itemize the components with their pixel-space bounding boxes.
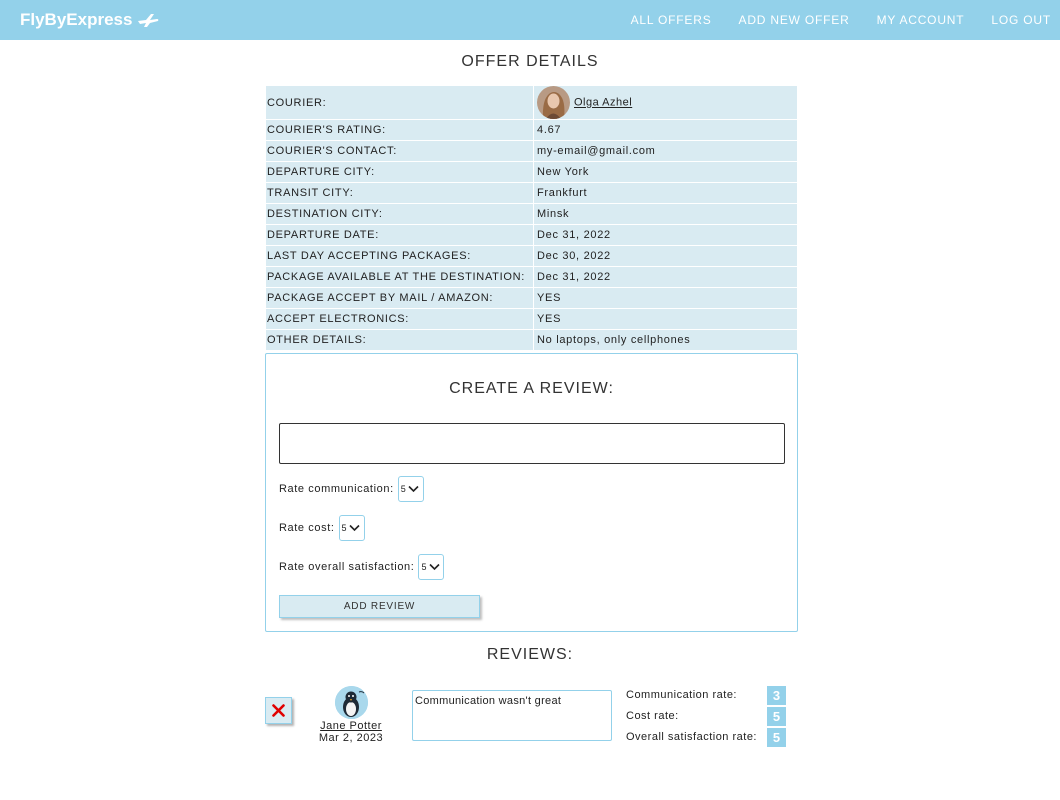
review-text-input[interactable] — [279, 423, 785, 464]
rate-communication-value: 5 — [400, 484, 407, 494]
create-review-title: CREATE A REVIEW: — [449, 380, 614, 397]
close-icon — [272, 704, 285, 717]
detail-label: PACKAGE ACCEPT BY MAIL / AMAZON: — [266, 288, 533, 308]
brand-logo[interactable]: FlyByExpress — [20, 9, 159, 31]
detail-value: Dec 31, 2022 — [534, 225, 797, 245]
detail-value: my-email@gmail.com — [534, 141, 797, 161]
detail-label: OTHER DETAILS: — [266, 330, 533, 350]
rate-cost-value: 5 — [341, 523, 348, 533]
cost-rate-badge: 5 — [767, 707, 786, 726]
rate-overall-label: Rate overall satisfaction: — [279, 561, 415, 573]
detail-row-destination-city: DESTINATION CITY: Minsk — [266, 204, 797, 224]
review-author-link[interactable]: Jane Potter — [305, 720, 397, 732]
detail-row-contact: COURIER'S CONTACT: my-email@gmail.com — [266, 141, 797, 161]
detail-label: DEPARTURE DATE: — [266, 225, 533, 245]
detail-value: YES — [534, 288, 797, 308]
detail-label: COURIER: — [266, 86, 533, 119]
detail-row-electronics: ACCEPT ELECTRONICS: YES — [266, 309, 797, 329]
page-title: OFFER DETAILS — [461, 53, 599, 70]
rate-overall-row: Rate overall satisfaction: 5 — [279, 554, 445, 580]
nav-log-out[interactable]: LOG OUT — [991, 13, 1051, 27]
detail-label: COURIER'S RATING: — [266, 120, 533, 140]
detail-value: Dec 31, 2022 — [534, 267, 797, 287]
detail-value: Frankfurt — [534, 183, 797, 203]
nav-all-offers[interactable]: ALL OFFERS — [631, 13, 712, 27]
create-review-form: CREATE A REVIEW: Rate communication: 5 R… — [265, 353, 798, 632]
detail-label: DEPARTURE CITY: — [266, 162, 533, 182]
reviews-title: REVIEWS: — [486, 646, 574, 663]
offer-details-table: COURIER: Olga Azhel COURIER'S RATING: 4.… — [265, 85, 798, 351]
rate-communication-row: Rate communication: 5 — [279, 476, 424, 502]
detail-row-other: OTHER DETAILS: No laptops, only cellphon… — [266, 330, 797, 350]
nav-my-account[interactable]: MY ACCOUNT — [877, 13, 965, 27]
main-nav: ALL OFFERS ADD NEW OFFER MY ACCOUNT LOG … — [631, 0, 1060, 40]
detail-row-courier: COURIER: Olga Azhel — [266, 86, 797, 119]
courier-avatar — [537, 86, 570, 119]
detail-value: YES — [534, 309, 797, 329]
rate-cost-label: Rate cost: — [279, 522, 335, 534]
communication-rate-badge: 3 — [767, 686, 786, 705]
detail-row-departure-city: DEPARTURE CITY: New York — [266, 162, 797, 182]
rate-cost-row: Rate cost: 5 — [279, 515, 365, 541]
detail-value: Dec 30, 2022 — [534, 246, 797, 266]
detail-value: No laptops, only cellphones — [534, 330, 797, 350]
detail-label: DESTINATION CITY: — [266, 204, 533, 224]
detail-label: PACKAGE AVAILABLE AT THE DESTINATION: — [266, 267, 533, 287]
delete-review-button[interactable] — [265, 697, 292, 724]
detail-value: Minsk — [534, 204, 797, 224]
detail-value: New York — [534, 162, 797, 182]
top-navbar: FlyByExpress ALL OFFERS ADD NEW OFFER MY… — [0, 0, 1060, 40]
chevron-down-icon — [429, 563, 440, 571]
detail-label: COURIER'S CONTACT: — [266, 141, 533, 161]
detail-value: Olga Azhel — [534, 86, 797, 119]
plane-icon — [138, 14, 159, 27]
overall-rate-label: Overall satisfaction rate: — [626, 731, 757, 743]
cost-rate-label: Cost rate: — [626, 710, 679, 722]
rate-communication-label: Rate communication: — [279, 483, 394, 495]
detail-row-available: PACKAGE AVAILABLE AT THE DESTINATION: De… — [266, 267, 797, 287]
rate-communication-select[interactable]: 5 — [397, 476, 424, 502]
detail-row-transit-city: TRANSIT CITY: Frankfurt — [266, 183, 797, 203]
chevron-down-icon — [408, 485, 419, 493]
communication-rate-label: Communication rate: — [626, 689, 737, 701]
detail-row-last-day: LAST DAY ACCEPTING PACKAGES: Dec 30, 202… — [266, 246, 797, 266]
detail-value: 4.67 — [534, 120, 797, 140]
nav-add-new-offer[interactable]: ADD NEW OFFER — [739, 13, 850, 27]
chevron-down-icon — [349, 524, 360, 532]
brand-name: FlyByExpress — [20, 10, 133, 29]
detail-label: ACCEPT ELECTRONICS: — [266, 309, 533, 329]
review-text: Communication wasn't great — [412, 690, 612, 741]
detail-label: LAST DAY ACCEPTING PACKAGES: — [266, 246, 533, 266]
add-review-button[interactable]: ADD REVIEW — [279, 595, 480, 618]
detail-row-mail-amazon: PACKAGE ACCEPT BY MAIL / AMAZON: YES — [266, 288, 797, 308]
rate-overall-value: 5 — [421, 562, 428, 572]
review-date: Mar 2, 2023 — [318, 732, 384, 744]
courier-name-link[interactable]: Olga Azhel — [574, 97, 632, 109]
overall-rate-badge: 5 — [767, 728, 786, 747]
detail-row-departure-date: DEPARTURE DATE: Dec 31, 2022 — [266, 225, 797, 245]
detail-row-rating: COURIER'S RATING: 4.67 — [266, 120, 797, 140]
review-item: Jane Potter Mar 2, 2023 Communication wa… — [265, 686, 798, 748]
penguin-avatar — [335, 686, 368, 719]
rate-overall-select[interactable]: 5 — [418, 554, 445, 580]
detail-label: TRANSIT CITY: — [266, 183, 533, 203]
rate-cost-select[interactable]: 5 — [338, 515, 365, 541]
